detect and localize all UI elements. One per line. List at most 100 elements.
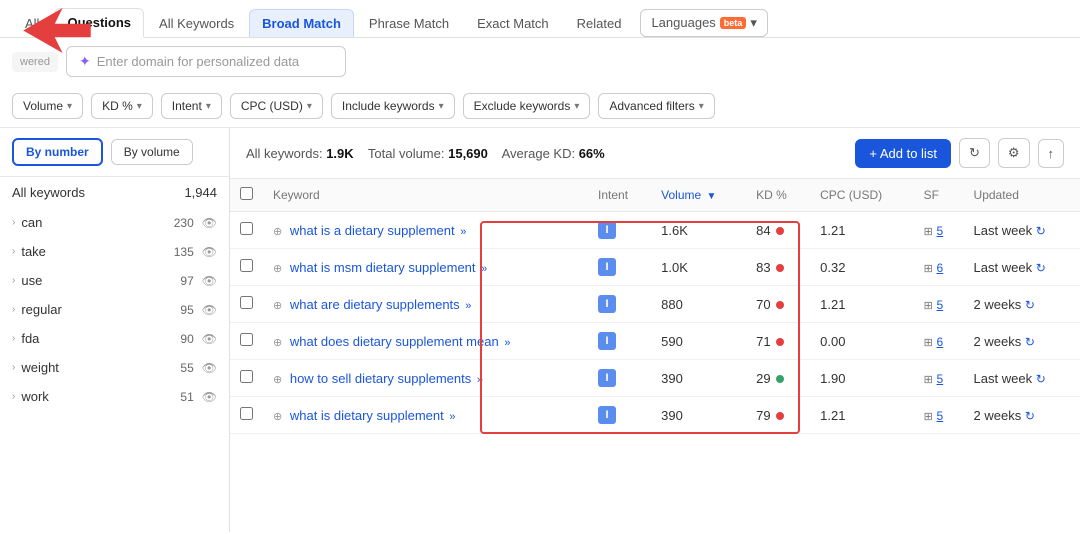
eye-icon[interactable]: 👁 (202, 274, 217, 288)
tab-phrase-match[interactable]: Phrase Match (356, 9, 462, 37)
all-keywords-row: All keywords 1,944 (0, 177, 229, 208)
add-to-list-button[interactable]: + Add to list (855, 139, 951, 168)
row-checkbox[interactable] (240, 333, 253, 346)
sidebar-item[interactable]: › fda 90 👁 (0, 324, 229, 353)
row-intent: I (588, 397, 651, 434)
th-sf: SF (914, 179, 964, 212)
powered-label: wered (12, 52, 58, 72)
sidebar-item[interactable]: › can 230 👁 (0, 208, 229, 237)
filter-cpc[interactable]: CPC (USD) ▾ (230, 93, 323, 119)
sf-value[interactable]: 5 (936, 409, 943, 423)
refresh-icon[interactable]: ↻ (1025, 335, 1035, 349)
refresh-icon[interactable]: ↻ (1025, 298, 1035, 312)
tab-exact-match[interactable]: Exact Match (464, 9, 562, 37)
navigate-icon[interactable]: » (481, 263, 487, 275)
navigate-icon[interactable]: » (504, 337, 510, 349)
kd-dot (776, 227, 784, 235)
sf-value[interactable]: 5 (936, 224, 943, 238)
all-kw-count: 1.9K (326, 146, 353, 161)
th-checkbox (230, 179, 263, 212)
row-checkbox[interactable] (240, 222, 253, 235)
chevron-down-icon: ▾ (206, 101, 211, 112)
eye-icon[interactable]: 👁 (202, 216, 217, 230)
settings-button[interactable]: ⚙ (998, 138, 1030, 168)
filter-advanced[interactable]: Advanced filters ▾ (598, 93, 714, 119)
refresh-icon[interactable]: ↻ (1036, 224, 1046, 238)
eye-icon[interactable]: 👁 (202, 332, 217, 346)
row-cpc: 1.21 (810, 212, 914, 249)
row-kd: 84 (746, 212, 810, 249)
row-volume: 1.6K (651, 212, 746, 249)
sidebar-item[interactable]: › take 135 👁 (0, 237, 229, 266)
sidebar-count: 95 (180, 303, 193, 317)
keyword-link[interactable]: how to sell dietary supplements (290, 371, 471, 386)
sidebar-item[interactable]: › regular 95 👁 (0, 295, 229, 324)
domain-input[interactable]: ✦ Enter domain for personalized data (66, 46, 346, 77)
export-button[interactable]: ↑ (1038, 139, 1065, 168)
sf-value[interactable]: 6 (936, 261, 943, 275)
keyword-link[interactable]: what is msm dietary supplement (290, 260, 476, 275)
keyword-link[interactable]: what are dietary supplements (290, 297, 460, 312)
row-updated: Last week ↻ (964, 212, 1080, 249)
kd-dot (776, 412, 784, 420)
row-sf: ⊞ 6 (914, 249, 964, 286)
filter-include[interactable]: Include keywords ▾ (331, 93, 455, 119)
tab-all-keywords[interactable]: All Keywords (146, 9, 247, 37)
row-volume: 390 (651, 397, 746, 434)
filter-bar: Volume ▾ KD % ▾ Intent ▾ CPC (USD) ▾ Inc… (0, 85, 1080, 128)
refresh-button[interactable]: ↻ (959, 138, 990, 168)
tab-related[interactable]: Related (564, 9, 635, 37)
sf-value[interactable]: 5 (936, 298, 943, 312)
eye-icon[interactable]: 👁 (202, 245, 217, 259)
row-checkbox[interactable] (240, 259, 253, 272)
filter-intent[interactable]: Intent ▾ (161, 93, 222, 119)
navigate-icon[interactable]: » (460, 226, 466, 238)
sidebar-keyword: regular (21, 302, 61, 317)
expand-icon[interactable]: ⊕ (273, 411, 282, 423)
table-row: ⊕ how to sell dietary supplements » I 39… (230, 360, 1080, 397)
navigate-icon[interactable]: » (477, 374, 483, 386)
keyword-link[interactable]: what is dietary supplement (290, 408, 444, 423)
intent-badge: I (598, 406, 616, 424)
eye-icon[interactable]: 👁 (202, 303, 217, 317)
tab-languages[interactable]: Languages beta ▾ (640, 9, 767, 37)
sidebar-item[interactable]: › weight 55 👁 (0, 353, 229, 382)
toggle-by-volume[interactable]: By volume (111, 139, 193, 165)
expand-icon[interactable]: ⊕ (273, 226, 282, 238)
header-right: + Add to list ↻ ⚙ ↑ (855, 138, 1064, 168)
intent-badge: I (598, 221, 616, 239)
all-keywords-label: All keywords (12, 185, 85, 200)
row-intent: I (588, 360, 651, 397)
filter-kd[interactable]: KD % ▾ (91, 93, 153, 119)
sf-value[interactable]: 6 (936, 335, 943, 349)
expand-icon[interactable]: ⊕ (273, 374, 282, 386)
row-sf: ⊞ 6 (914, 323, 964, 360)
eye-icon[interactable]: 👁 (202, 390, 217, 404)
select-all-checkbox[interactable] (240, 187, 253, 200)
th-updated: Updated (964, 179, 1080, 212)
keyword-link[interactable]: what is a dietary supplement (290, 223, 455, 238)
keyword-link[interactable]: what does dietary supplement mean (290, 334, 499, 349)
eye-icon[interactable]: 👁 (202, 361, 217, 375)
refresh-icon[interactable]: ↻ (1036, 261, 1046, 275)
expand-icon[interactable]: ⊕ (273, 263, 282, 275)
navigate-icon[interactable]: » (465, 300, 471, 312)
th-volume[interactable]: Volume ▼ (651, 179, 746, 212)
expand-icon[interactable]: ⊕ (273, 337, 282, 349)
row-checkbox[interactable] (240, 370, 253, 383)
row-checkbox[interactable] (240, 296, 253, 309)
tab-broad-match[interactable]: Broad Match (249, 9, 354, 37)
sidebar-item[interactable]: › work 51 👁 (0, 382, 229, 411)
row-checkbox[interactable] (240, 407, 253, 420)
expand-icon[interactable]: ⊕ (273, 300, 282, 312)
row-checkbox-cell (230, 212, 263, 249)
sf-value[interactable]: 5 (936, 372, 943, 386)
toggle-by-number[interactable]: By number (12, 138, 103, 166)
navigate-icon[interactable]: » (449, 411, 455, 423)
sidebar-count: 97 (180, 274, 193, 288)
refresh-icon[interactable]: ↻ (1036, 372, 1046, 386)
sidebar-item[interactable]: › use 97 👁 (0, 266, 229, 295)
filter-volume[interactable]: Volume ▾ (12, 93, 83, 119)
refresh-icon[interactable]: ↻ (1025, 409, 1035, 423)
filter-exclude[interactable]: Exclude keywords ▾ (463, 93, 591, 119)
